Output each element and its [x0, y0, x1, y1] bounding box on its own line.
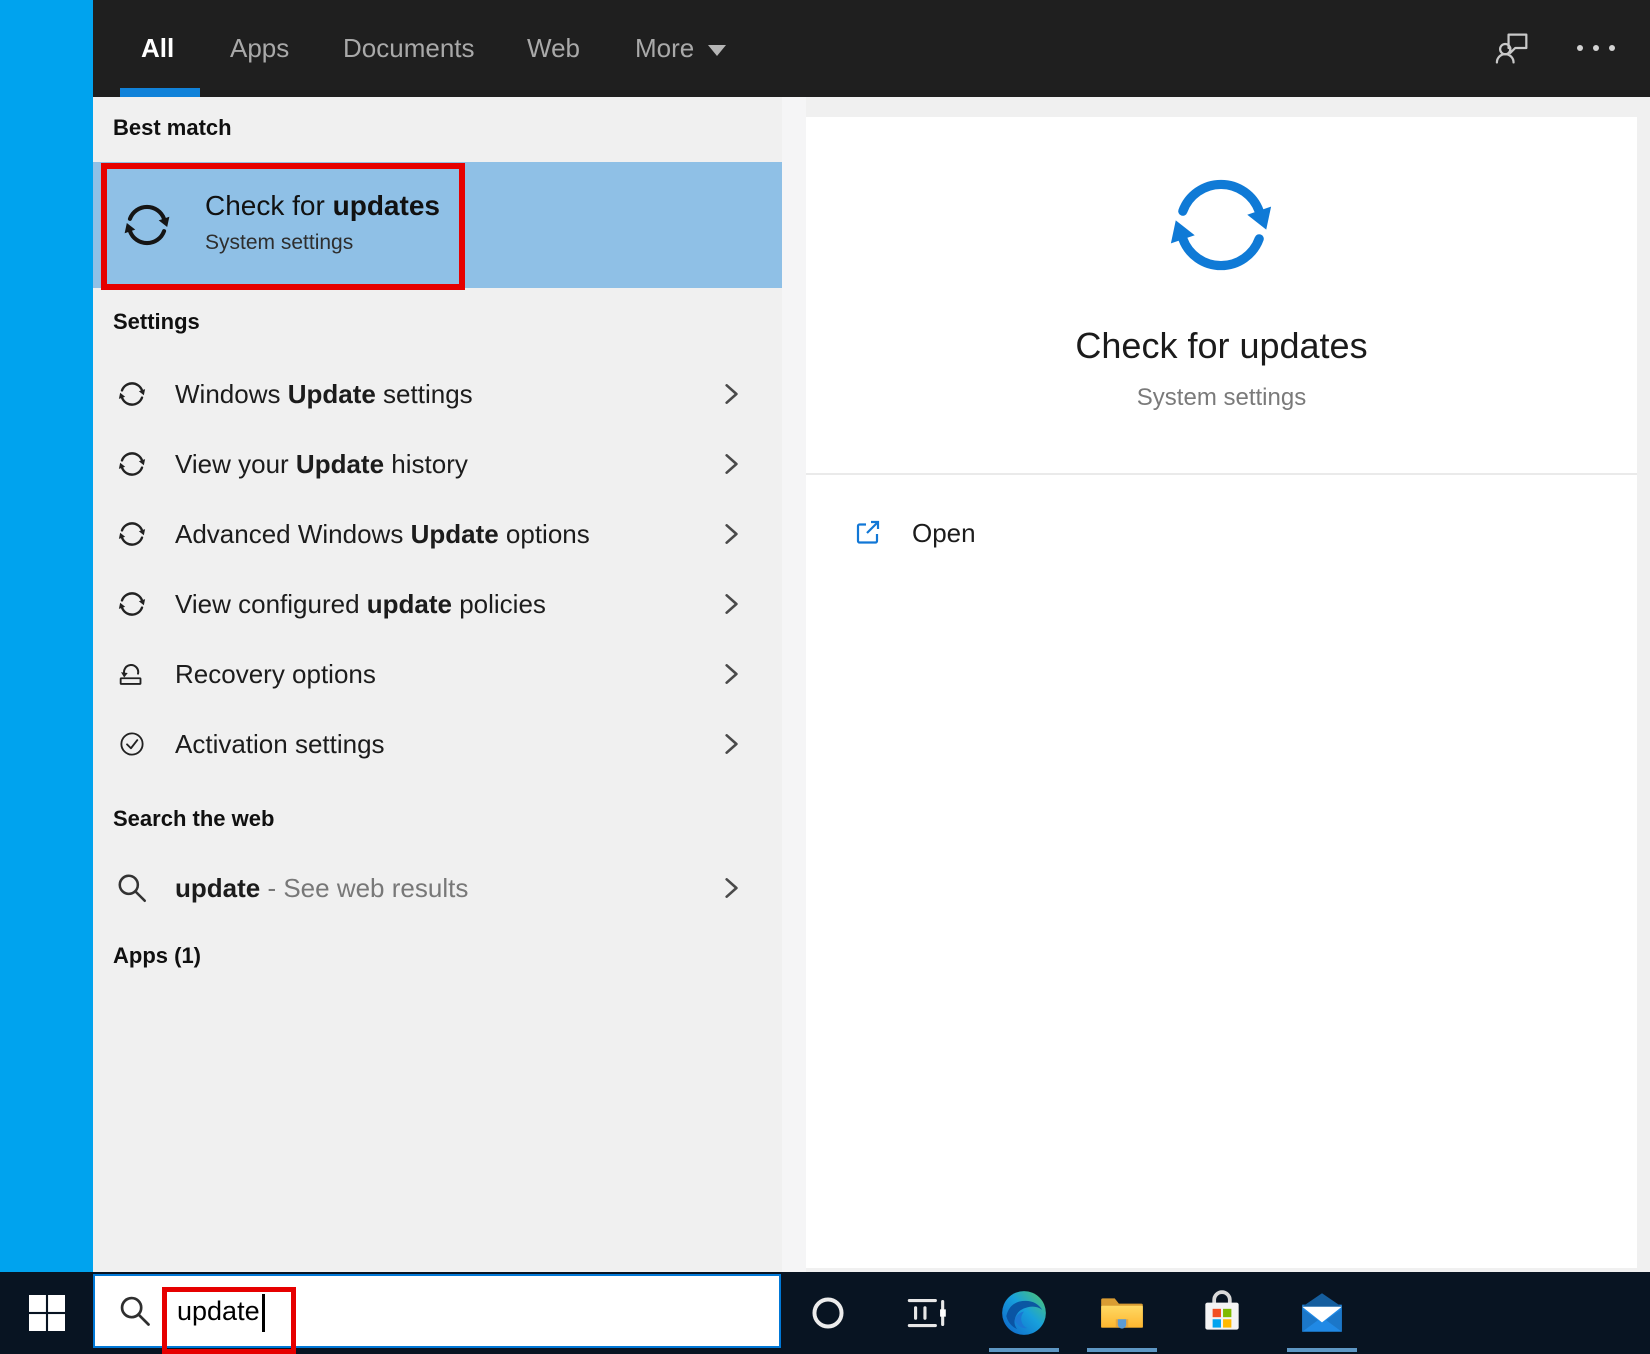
task-view-button[interactable]: [901, 1288, 951, 1338]
store-icon: [1197, 1288, 1247, 1338]
chevron-right-icon[interactable]: [718, 451, 744, 477]
result-label: Recovery options: [175, 659, 376, 689]
result-windows-update-settings[interactable]: Windows Update settings: [93, 366, 782, 422]
best-match-title: Check for updates: [205, 190, 440, 221]
running-indicator-explorer: [1087, 1348, 1157, 1352]
result-view-update-policies[interactable]: View configured update policies: [93, 576, 782, 632]
chevron-right-icon[interactable]: [718, 875, 744, 901]
tab-apps[interactable]: Apps: [230, 0, 289, 97]
start-button[interactable]: [0, 1272, 93, 1354]
cortana-icon: [803, 1288, 853, 1338]
active-tab-indicator: [120, 88, 200, 97]
preview-title: Check for updates: [1075, 325, 1368, 366]
result-activation-settings[interactable]: Activation settings: [93, 716, 782, 772]
mail-button[interactable]: [1297, 1288, 1347, 1338]
chevron-right-icon[interactable]: [718, 521, 744, 547]
best-match-header: Best match: [113, 115, 232, 140]
search-results-panel: Best match Check for updates System sett…: [93, 97, 782, 1272]
cortana-button[interactable]: [803, 1288, 853, 1338]
search-input-value: update: [177, 1276, 265, 1346]
chevron-down-icon: [708, 45, 727, 56]
result-view-update-history[interactable]: View your Update history: [93, 436, 782, 492]
taskbar: update: [0, 1272, 1650, 1354]
tab-documents[interactable]: Documents: [343, 0, 475, 97]
activation-icon: [115, 727, 149, 761]
panel-divider: [782, 97, 806, 1272]
search-filter-bar: All Apps Documents Web More: [93, 0, 1650, 97]
tab-more-label: More: [635, 33, 695, 63]
sync-icon: [118, 196, 176, 254]
chevron-right-icon[interactable]: [718, 381, 744, 407]
search-input[interactable]: update: [93, 1274, 781, 1348]
tab-more[interactable]: More: [635, 0, 727, 97]
task-view-icon: [901, 1288, 951, 1338]
result-label: Activation settings: [175, 729, 385, 759]
result-label: update - See web results: [175, 873, 469, 903]
best-match-result[interactable]: Check for updates System settings: [93, 162, 782, 288]
sync-icon: [115, 447, 149, 481]
result-label: Windows Update settings: [175, 379, 473, 409]
preview-card: Check for updates System settings Open: [806, 117, 1637, 1268]
chevron-right-icon[interactable]: [718, 731, 744, 757]
search-icon: [115, 871, 149, 905]
divider: [806, 473, 1637, 475]
feedback-button[interactable]: [1493, 28, 1533, 68]
more-options-button[interactable]: [1577, 40, 1635, 56]
search-the-web-header: Search the web: [113, 806, 275, 831]
apps-header: Apps (1): [113, 943, 201, 968]
open-label: Open: [912, 518, 976, 548]
file-explorer-icon: [1097, 1288, 1147, 1338]
preview-area: Check for updates System settings Open: [806, 97, 1650, 1272]
result-advanced-update-options[interactable]: Advanced Windows Update options: [93, 506, 782, 562]
preview-subtitle: System settings: [1136, 384, 1307, 411]
tab-web[interactable]: Web: [527, 0, 580, 97]
edge-button[interactable]: [999, 1288, 1049, 1338]
ellipsis-icon: [1577, 45, 1583, 51]
open-action[interactable]: Open: [806, 505, 1637, 561]
chevron-right-icon[interactable]: [718, 661, 744, 687]
result-web-search[interactable]: update - See web results: [93, 860, 782, 916]
result-label: View configured update policies: [175, 589, 546, 619]
result-label: View your Update history: [175, 449, 468, 479]
file-explorer-button[interactable]: [1097, 1288, 1147, 1338]
best-match-subtitle: System settings: [205, 231, 354, 254]
sync-icon: [115, 587, 149, 621]
mail-icon: [1297, 1288, 1347, 1338]
search-icon: [117, 1293, 153, 1329]
store-button[interactable]: [1197, 1288, 1247, 1338]
running-indicator-mail: [1287, 1348, 1357, 1352]
edge-icon: [999, 1288, 1049, 1338]
running-indicator-edge: [989, 1348, 1059, 1352]
text-cursor: [261, 1293, 265, 1332]
chevron-right-icon[interactable]: [718, 591, 744, 617]
recovery-icon: [115, 657, 149, 691]
sync-icon: [1156, 160, 1286, 290]
open-external-icon: [853, 519, 881, 547]
sync-icon: [115, 377, 149, 411]
settings-header: Settings: [113, 309, 200, 334]
windows-logo-icon: [29, 1295, 65, 1331]
desktop-background: [0, 0, 93, 1272]
sync-icon: [115, 517, 149, 551]
tab-all[interactable]: All: [141, 0, 174, 97]
result-recovery-options[interactable]: Recovery options: [93, 646, 782, 702]
windows-search-screen: All Apps Documents Web More Best match C…: [0, 0, 1650, 1354]
result-label: Advanced Windows Update options: [175, 519, 590, 549]
person-chat-icon: [1493, 28, 1533, 68]
